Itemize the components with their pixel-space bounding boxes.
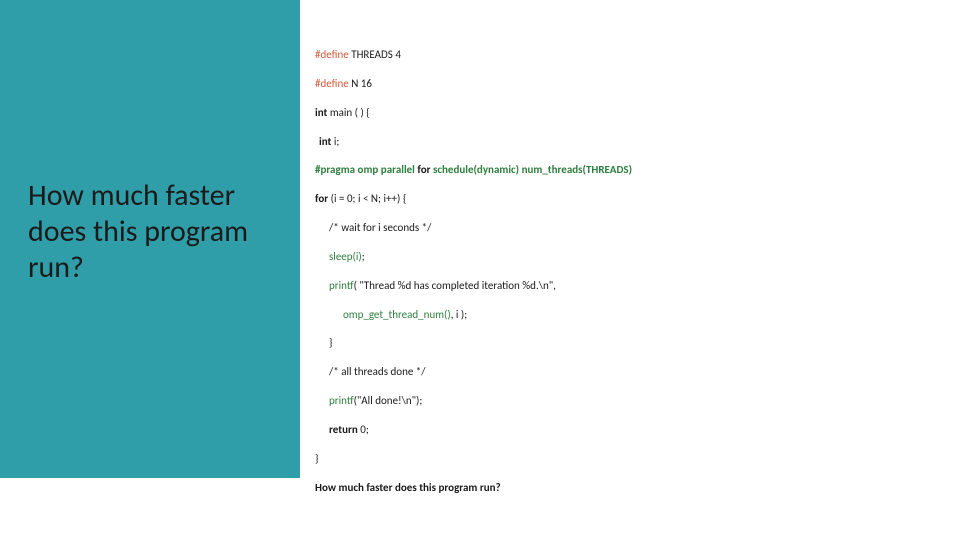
code-line: /* all threads done */ <box>315 365 935 380</box>
code-line: printf( "Thread %d has completed iterati… <box>315 279 935 294</box>
slide: How much faster does this program run? #… <box>0 0 960 540</box>
code-line: #pragma omp parallel for schedule(dynami… <box>315 163 935 178</box>
code-line: return 0; <box>315 423 935 438</box>
slide-title: How much faster does this program run? <box>28 178 280 286</box>
code-line: omp_get_thread_num(), i ); <box>315 308 935 323</box>
code-line: #define THREADS 4 <box>315 48 935 63</box>
code-line: int i; <box>315 135 935 150</box>
code-line: printf("All done!\n"); <box>315 394 935 409</box>
code-line: /* wait for i seconds */ <box>315 221 935 236</box>
code-line: #define N 16 <box>315 77 935 92</box>
code-line: sleep(i); <box>315 250 935 265</box>
code-line: int main ( ) { <box>315 106 935 121</box>
code-line: } <box>315 452 935 467</box>
question-line: How much faster does this program run? <box>315 481 935 496</box>
code-line: } <box>315 336 935 351</box>
code-line: for (i = 0; i < N; i++) { <box>315 192 935 207</box>
code-block: #define THREADS 4 #define N 16 int main … <box>315 48 935 510</box>
